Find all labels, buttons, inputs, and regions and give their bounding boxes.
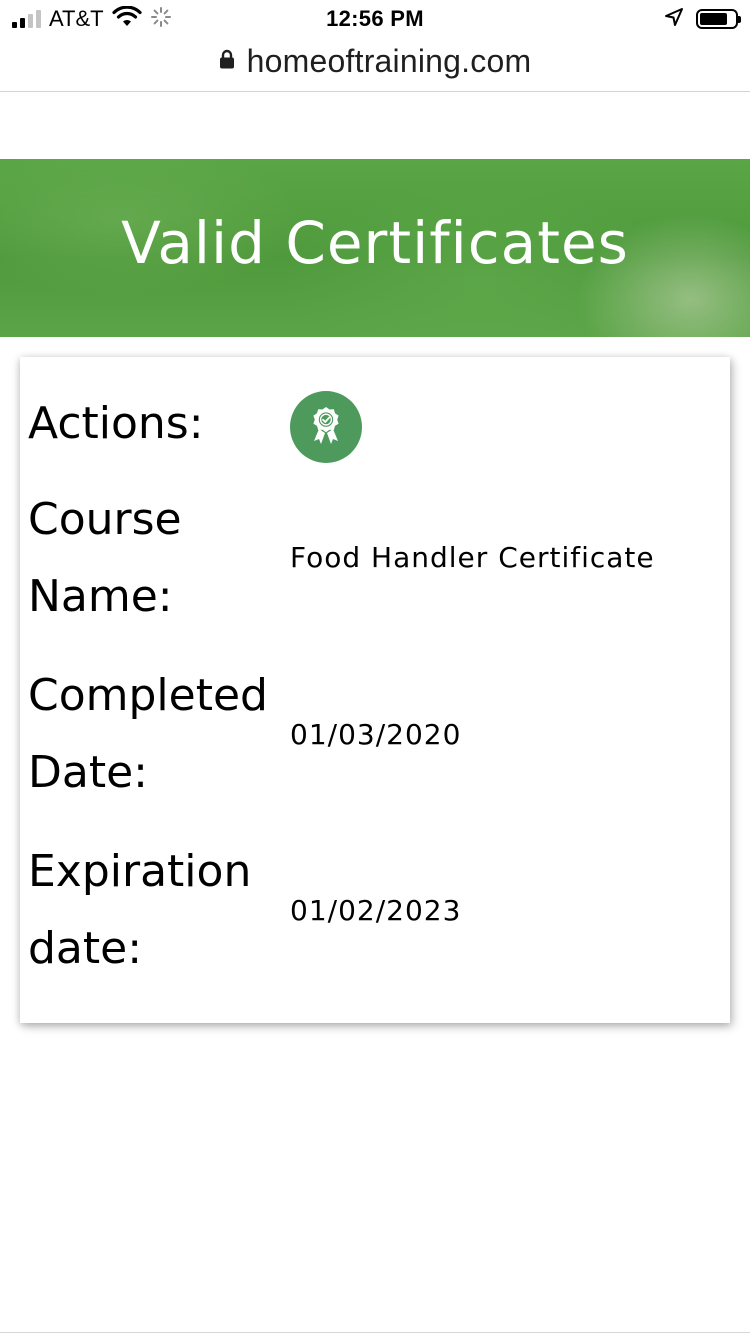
- completed-date-label-line2: Date:: [28, 747, 148, 798]
- page-header-banner: Valid Certificates: [0, 159, 750, 337]
- expiration-date-label-line2: date:: [28, 923, 143, 974]
- battery-icon: [696, 9, 741, 29]
- status-right: [664, 7, 741, 31]
- actions-label: Actions:: [28, 398, 204, 449]
- browser-url-bar[interactable]: homeoftraining.com: [0, 40, 750, 92]
- completed-date-label-line1: Completed: [28, 670, 268, 721]
- completed-date-value: 01/03/2020: [290, 718, 462, 751]
- bottom-divider: [0, 1332, 750, 1333]
- status-bar: AT&T 12:56 PM: [0, 0, 750, 40]
- expiration-date-value: 01/02/2023: [290, 894, 462, 927]
- expiration-date-label-line1: Expiration: [28, 846, 252, 897]
- url-text[interactable]: homeoftraining.com: [247, 43, 532, 80]
- expiration-date-label: Expiration date:: [28, 833, 290, 987]
- page-title: Valid Certificates: [121, 209, 629, 277]
- course-name-value: Food Handler Certificate: [290, 541, 655, 574]
- certificate-card: Actions: Course Name: Food Handler Certi…: [20, 357, 730, 1023]
- course-name-label: Course Name:: [28, 481, 290, 635]
- view-certificate-button[interactable]: [290, 391, 362, 463]
- lock-icon: [219, 49, 235, 73]
- completed-date-label: Completed Date:: [28, 657, 290, 811]
- location-icon: [664, 7, 684, 31]
- course-name-label-line2: Name:: [28, 571, 173, 622]
- course-name-label-line1: Course: [28, 494, 182, 545]
- status-time: 12:56 PM: [326, 6, 424, 31]
- certificate-badge-icon: [309, 405, 343, 449]
